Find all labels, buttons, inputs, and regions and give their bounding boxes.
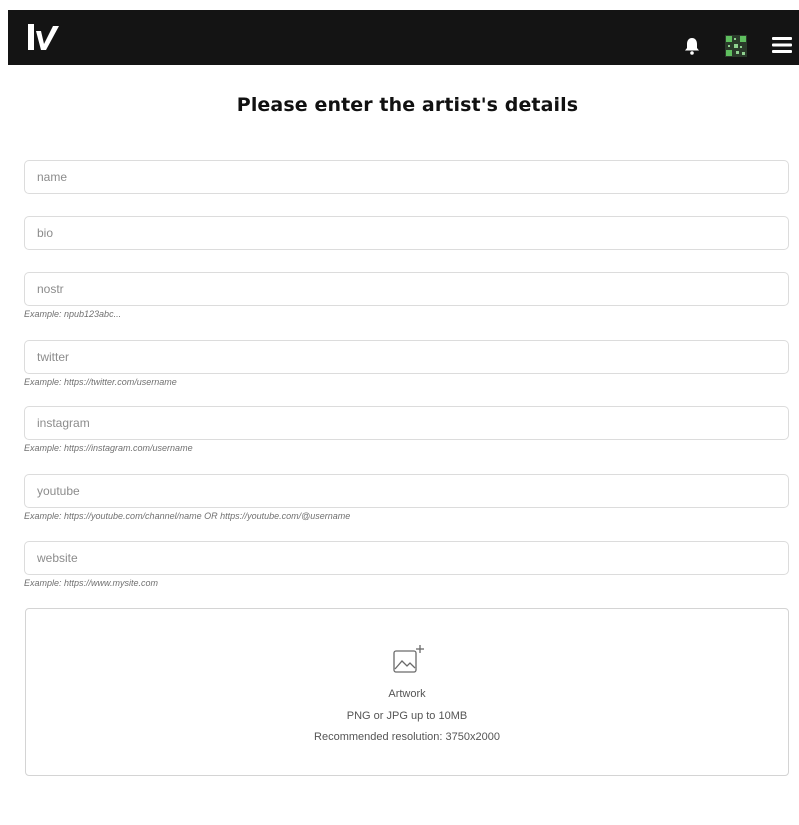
qr-code-icon[interactable] xyxy=(725,35,747,57)
artwork-resolution-note: Recommended resolution: 3750x2000 xyxy=(314,731,500,743)
nostr-field[interactable] xyxy=(24,272,789,306)
instagram-hint: Example: https://instagram.com/username xyxy=(24,443,193,453)
page-title: Please enter the artist's details xyxy=(236,94,579,116)
website-input[interactable] xyxy=(25,542,788,574)
instagram-input[interactable] xyxy=(25,407,788,439)
image-add-icon xyxy=(393,645,424,673)
artwork-label: Artwork xyxy=(388,688,426,700)
youtube-hint: Example: https://youtube.com/channel/nam… xyxy=(24,511,351,521)
artwork-format-note: PNG or JPG up to 10MB xyxy=(346,710,468,722)
bio-field[interactable] xyxy=(24,216,789,250)
nostr-hint: Example: npub123abc... xyxy=(24,309,122,319)
website-hint: Example: https://www.mysite.com xyxy=(24,578,159,588)
twitter-hint: Example: https://twitter.com/username xyxy=(24,377,177,387)
hamburger-menu-icon[interactable] xyxy=(771,34,793,56)
bell-icon[interactable] xyxy=(684,37,700,55)
twitter-input[interactable] xyxy=(25,341,788,373)
website-field[interactable] xyxy=(24,541,789,575)
page: Please enter the artist's details Exampl… xyxy=(0,0,799,825)
top-navigation-bar xyxy=(8,10,799,65)
instagram-field[interactable] xyxy=(24,406,789,440)
youtube-input[interactable] xyxy=(25,475,788,507)
artwork-upload-dropzone[interactable]: Artwork PNG or JPG up to 10MB Recommende… xyxy=(25,608,789,776)
name-field[interactable] xyxy=(24,160,789,194)
nostr-input[interactable] xyxy=(25,273,788,305)
bio-input[interactable] xyxy=(25,217,788,249)
youtube-field[interactable] xyxy=(24,474,789,508)
lv-logo-icon[interactable] xyxy=(26,22,60,52)
name-input[interactable] xyxy=(25,161,788,193)
twitter-field[interactable] xyxy=(24,340,789,374)
